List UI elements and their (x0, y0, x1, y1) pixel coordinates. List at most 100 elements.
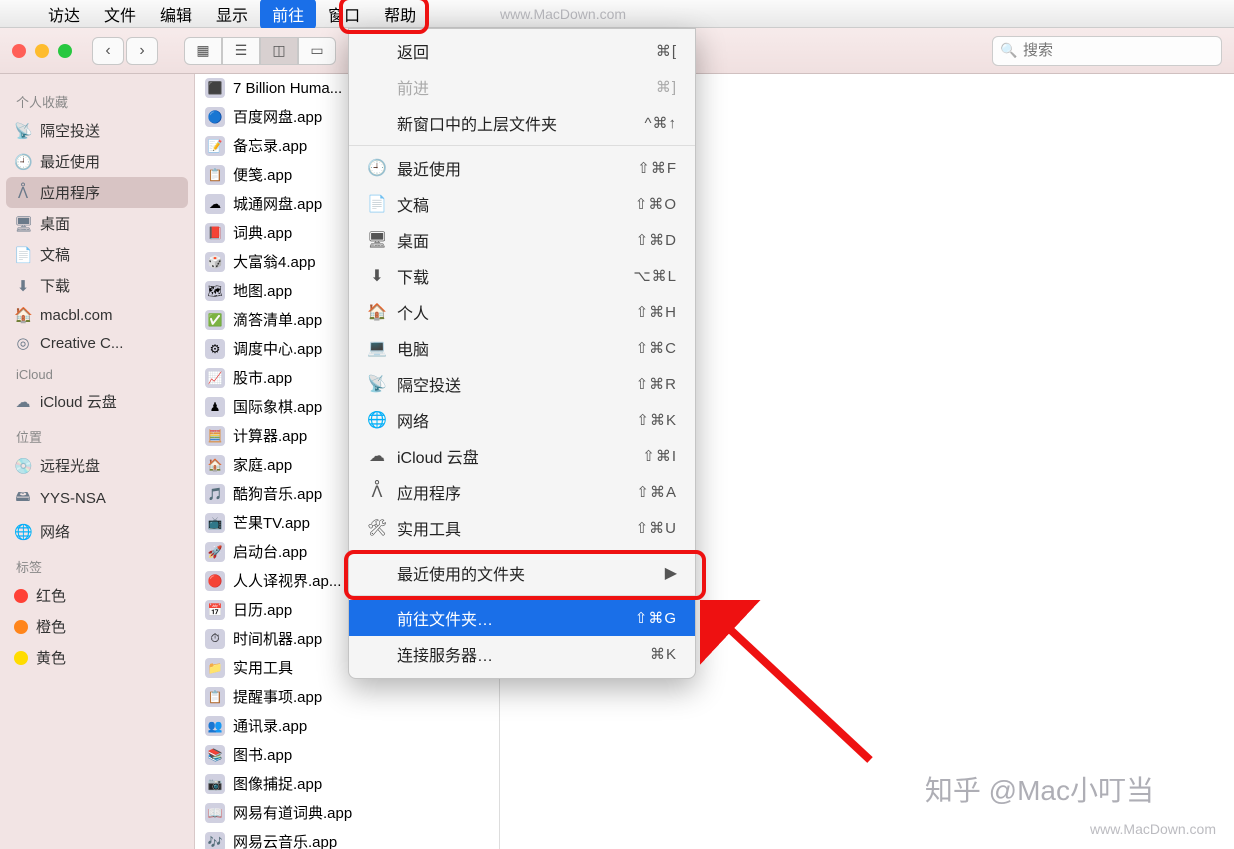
menu-item[interactable]: 最近使用的文件夹▶ (349, 555, 695, 591)
menu-icon: ☁ (367, 446, 387, 466)
menubar-item-5[interactable]: 窗口 (316, 0, 372, 29)
list-item[interactable]: 📚图书.app (195, 740, 499, 769)
menu-label: 前进 (397, 75, 429, 99)
menu-label: 新窗口中的上层文件夹 (397, 111, 557, 135)
menu-label: 连接服务器… (397, 642, 493, 666)
menu-item[interactable]: 前往文件夹…⇧⌘G (349, 600, 695, 636)
watermark-zhihu: 知乎 @Mac小叮当 (925, 769, 1154, 809)
app-icon: 📋 (205, 165, 225, 185)
sidebar-item[interactable]: 📄文稿 (0, 239, 194, 270)
menu-item[interactable]: 新窗口中的上层文件夹^⌘↑ (349, 105, 695, 141)
menubar-item-2[interactable]: 编辑 (148, 0, 204, 29)
menu-item[interactable]: 📡隔空投送⇧⌘R (349, 366, 695, 402)
list-item[interactable]: 📖网易有道词典.app (195, 798, 499, 827)
menu-shortcut: ⌘K (650, 645, 677, 663)
menu-shortcut: ⇧⌘R (636, 375, 677, 393)
menubar-item-6[interactable]: 帮助 (372, 0, 428, 29)
sidebar-icon: ᐰ (14, 184, 32, 202)
sidebar-item[interactable]: 橙色 (0, 611, 194, 642)
app-icon: 🗺 (205, 281, 225, 301)
app-label: 网易云音乐.app (233, 831, 337, 849)
menu-item[interactable]: 返回⌘[ (349, 33, 695, 69)
sidebar-label: 文稿 (40, 244, 70, 265)
app-icon: 🎲 (205, 252, 225, 272)
list-item[interactable]: 📷图像捕捉.app (195, 769, 499, 798)
sidebar-item[interactable]: 📡隔空投送 (0, 115, 194, 146)
menu-item[interactable]: 🕘最近使用⇧⌘F (349, 150, 695, 186)
menu-shortcut: ⌥⌘L (633, 267, 677, 285)
minimize-button[interactable] (35, 44, 49, 58)
sidebar-item[interactable]: 🖴YYS-NSA (0, 481, 194, 516)
sidebar-item[interactable]: ⬇下载 (0, 270, 194, 301)
sidebar-label: iCloud 云盘 (40, 391, 117, 412)
menubar-item-3[interactable]: 显示 (204, 0, 260, 29)
app-icon: 📚 (205, 745, 225, 765)
menu-item[interactable]: 🖥桌面⇧⌘D (349, 222, 695, 258)
app-label: 计算器.app (233, 425, 307, 446)
zoom-button[interactable] (58, 44, 72, 58)
sidebar-item[interactable]: 🏠macbl.com (0, 301, 194, 329)
close-button[interactable] (12, 44, 26, 58)
view-icon-grid-icon[interactable]: ▦ (184, 37, 222, 65)
menu-icon: 🖥 (367, 230, 387, 250)
menu-item[interactable]: ᐰ应用程序⇧⌘A (349, 474, 695, 510)
forward-button[interactable]: › (126, 37, 158, 65)
app-label: 家庭.app (233, 454, 292, 475)
app-icon: ⚙ (205, 339, 225, 359)
sidebar-item[interactable]: 🖥桌面 (0, 208, 194, 239)
app-label: 日历.app (233, 599, 292, 620)
view-switcher: ▦ ☰ ◫ ▭ (184, 37, 336, 65)
menu-shortcut: ⇧⌘G (635, 609, 677, 627)
nav-buttons: ‹ › (92, 37, 158, 65)
app-icon: ⏱ (205, 629, 225, 649)
menubar-item-4[interactable]: 前往 (260, 0, 316, 29)
sidebar-item[interactable]: ᐰ应用程序 (6, 177, 188, 208)
menu-shortcut: ⇧⌘O (635, 195, 677, 213)
search-field[interactable] (992, 36, 1222, 66)
app-label: 人人译视界.ap... (233, 570, 341, 591)
sidebar-item[interactable]: 🕘最近使用 (0, 146, 194, 177)
view-columns-icon[interactable]: ◫ (260, 37, 298, 65)
list-item[interactable]: 👥通讯录.app (195, 711, 499, 740)
menubar-item-0[interactable]: 访达 (36, 0, 92, 29)
menu-label: 文稿 (397, 192, 429, 216)
view-gallery-icon[interactable]: ▭ (298, 37, 336, 65)
app-label: 便笺.app (233, 164, 292, 185)
menu-shortcut: ⇧⌘A (636, 483, 677, 501)
menubar-item-1[interactable]: 文件 (92, 0, 148, 29)
sidebar-item[interactable]: ☁iCloud 云盘 (0, 386, 194, 417)
sidebar-header: iCloud (0, 357, 194, 386)
list-item[interactable]: 📋提醒事项.app (195, 682, 499, 711)
menu-label: 最近使用的文件夹 (397, 561, 525, 585)
menu-item[interactable]: 💻电脑⇧⌘C (349, 330, 695, 366)
list-item[interactable]: 🎶网易云音乐.app (195, 827, 499, 849)
menu-item[interactable]: 📄文稿⇧⌘O (349, 186, 695, 222)
sidebar-item[interactable]: 黄色 (0, 642, 194, 673)
sidebar-item[interactable]: 红色 (0, 580, 194, 611)
sidebar-item[interactable]: 💿远程光盘 (0, 450, 194, 481)
menu-icon: 📡 (367, 374, 387, 394)
search-input[interactable] (992, 36, 1222, 66)
app-label: 备忘录.app (233, 135, 307, 156)
sidebar-label: 红色 (36, 585, 66, 606)
menu-shortcut: ⇧⌘K (636, 411, 677, 429)
menu-label: 下载 (397, 264, 429, 288)
menu-item[interactable]: 连接服务器… ⌘K (349, 636, 695, 672)
sidebar-item[interactable]: 🌐网络 (0, 516, 194, 547)
menu-icon: 💻 (367, 338, 387, 358)
menu-item[interactable]: ☁iCloud 云盘⇧⌘I (349, 438, 695, 474)
tag-dot-icon (14, 589, 28, 603)
menu-item[interactable]: ⬇下载⌥⌘L (349, 258, 695, 294)
menu-item[interactable]: 🛠实用工具⇧⌘U (349, 510, 695, 546)
app-label: 时间机器.app (233, 628, 322, 649)
app-icon: 🎵 (205, 484, 225, 504)
menu-item[interactable]: 🌐网络⇧⌘K (349, 402, 695, 438)
menu-item[interactable]: 🏠个人⇧⌘H (349, 294, 695, 330)
sidebar-item[interactable]: ◎Creative C... (0, 329, 194, 357)
app-label: 大富翁4.app (233, 251, 316, 272)
back-button[interactable]: ‹ (92, 37, 124, 65)
view-list-icon[interactable]: ☰ (222, 37, 260, 65)
menu-label: 电脑 (397, 336, 429, 360)
sidebar-header: 个人收藏 (0, 82, 194, 115)
sidebar-icon: 💿 (14, 457, 32, 475)
